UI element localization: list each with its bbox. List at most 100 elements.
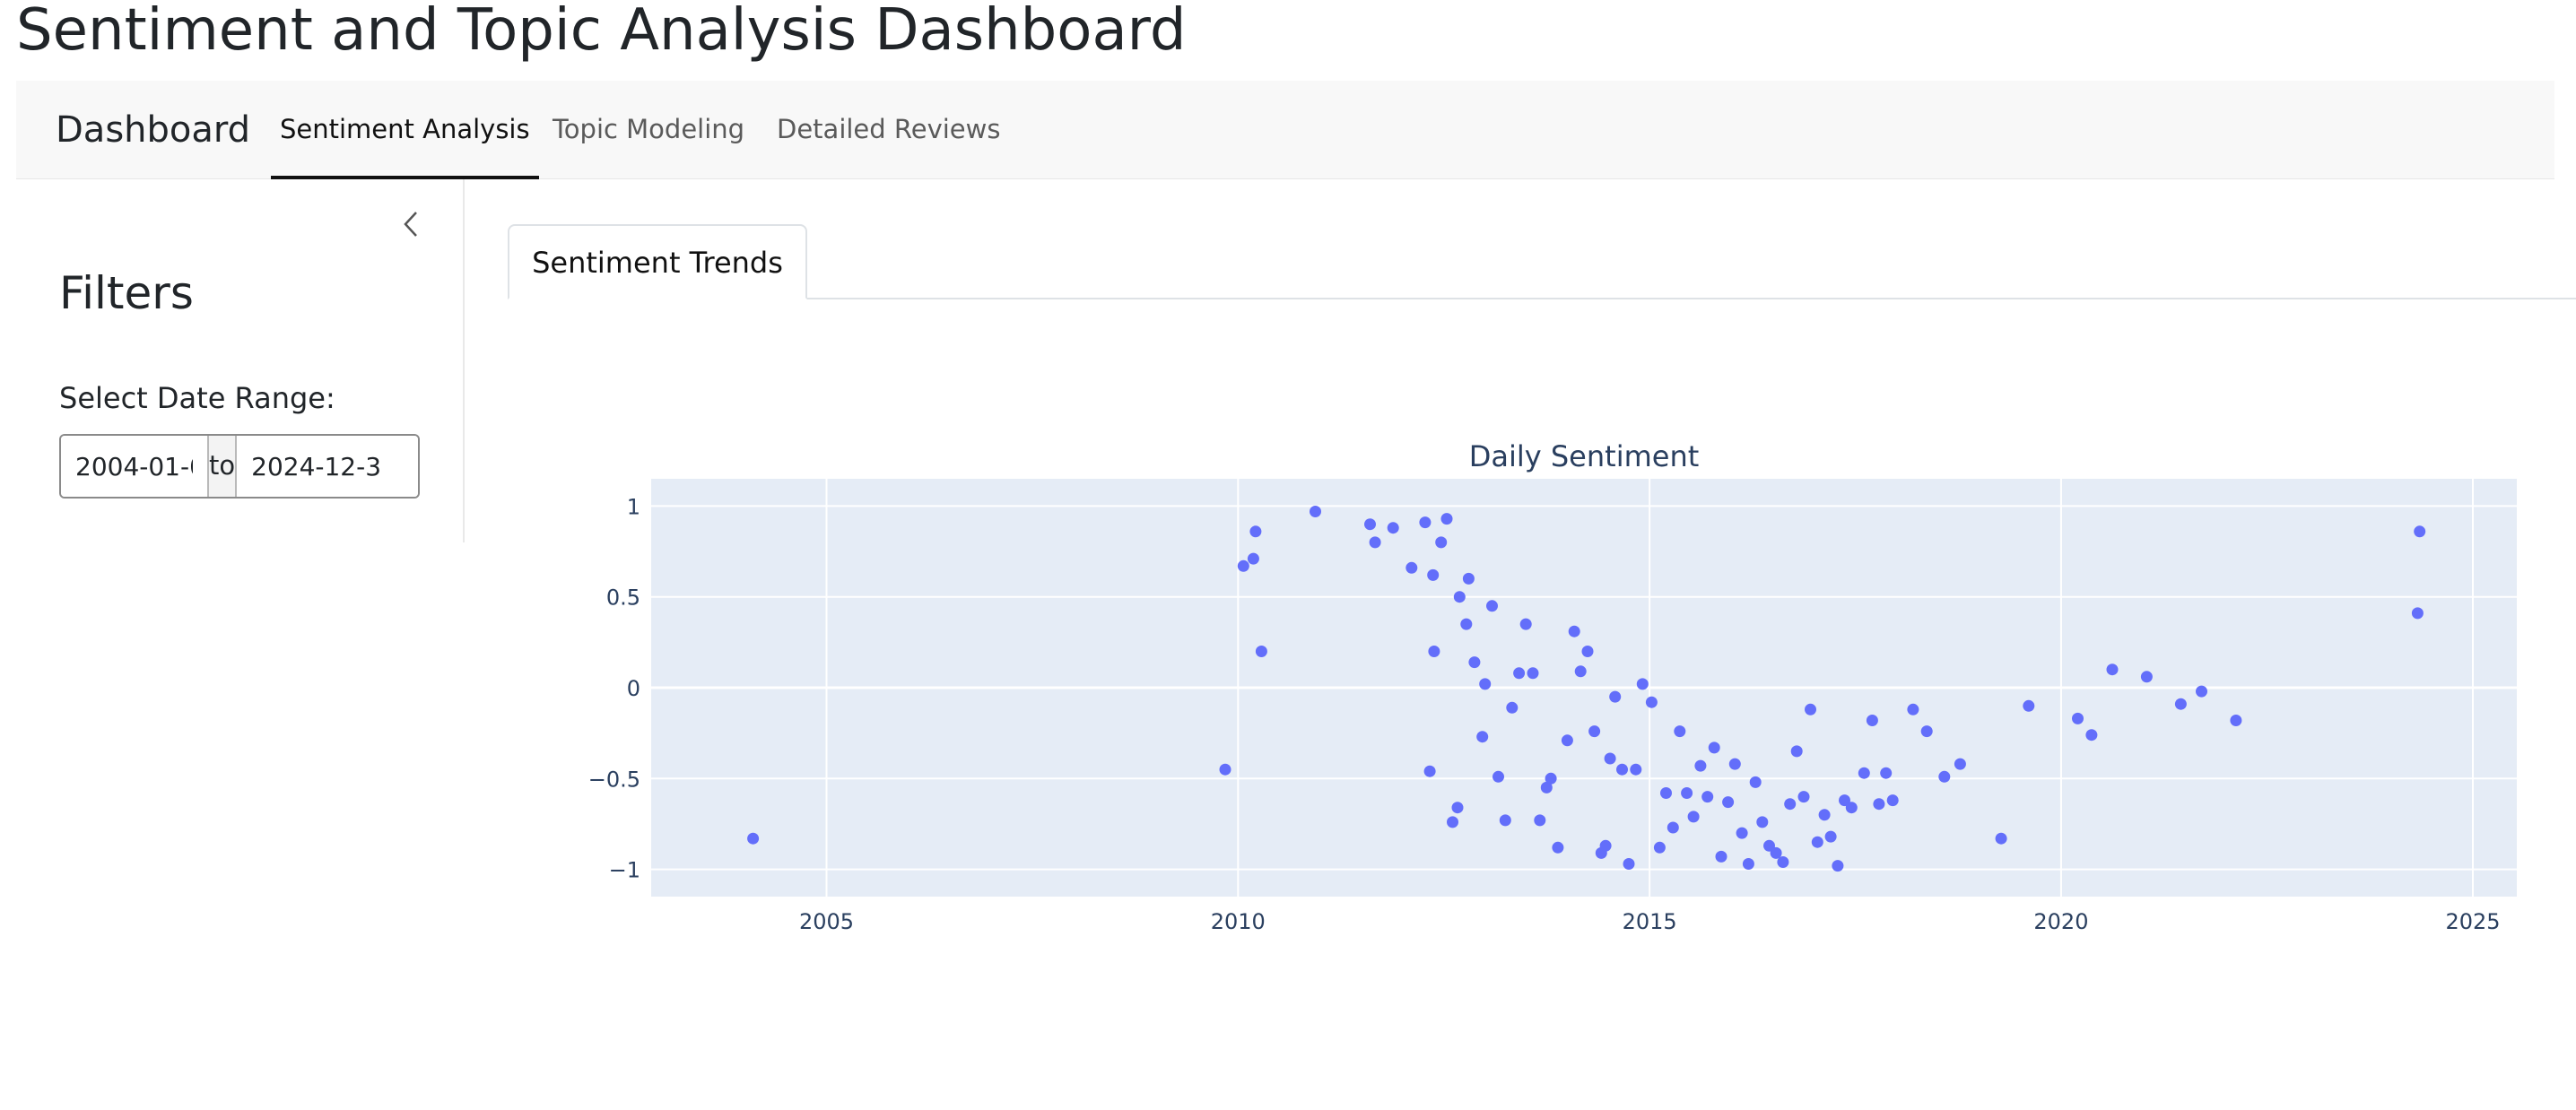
data-point[interactable] [1599, 839, 1612, 852]
data-point[interactable] [1423, 765, 1436, 777]
data-point[interactable] [1995, 832, 2007, 845]
data-point[interactable] [1476, 731, 1489, 743]
data-point[interactable] [1907, 703, 1919, 715]
data-point[interactable] [1858, 767, 1870, 779]
data-point[interactable] [1954, 758, 1966, 770]
data-point[interactable] [1866, 715, 1878, 726]
data-point[interactable] [2140, 671, 2153, 683]
data-point[interactable] [1364, 518, 1376, 531]
data-point[interactable] [1736, 827, 1748, 839]
data-point[interactable] [1832, 860, 1844, 872]
data-point[interactable] [1938, 770, 1951, 783]
data-point[interactable] [1630, 763, 1642, 776]
tab-sentiment-analysis[interactable]: Sentiment Analysis [271, 81, 539, 179]
tab-sentiment-trends[interactable]: Sentiment Trends [508, 224, 807, 299]
data-point[interactable] [1886, 794, 1899, 807]
data-point[interactable] [1568, 625, 1580, 637]
data-point[interactable] [1687, 811, 1700, 823]
data-point[interactable] [1527, 667, 1539, 680]
data-point[interactable] [1387, 522, 1399, 534]
data-point[interactable] [1667, 821, 1679, 834]
data-point[interactable] [2196, 685, 2207, 698]
data-point[interactable] [1880, 767, 1893, 779]
data-point[interactable] [747, 832, 760, 845]
data-point[interactable] [1701, 791, 1714, 803]
data-point[interactable] [1784, 798, 1797, 811]
data-point[interactable] [1824, 830, 1837, 843]
end-date-input[interactable] [237, 436, 418, 497]
data-point[interactable] [1419, 516, 1432, 529]
data-point[interactable] [1249, 525, 1262, 538]
data-point[interactable] [1427, 568, 1440, 581]
data-point[interactable] [1519, 618, 1532, 630]
data-point[interactable] [1728, 758, 1741, 770]
data-point[interactable] [1660, 787, 1672, 799]
data-point[interactable] [1574, 665, 1587, 678]
data-point[interactable] [1545, 772, 1557, 785]
data-point[interactable] [1694, 759, 1707, 772]
data-point[interactable] [1805, 703, 1816, 715]
data-point[interactable] [1499, 814, 1511, 827]
data-point[interactable] [1247, 552, 1259, 565]
data-point[interactable] [1588, 725, 1601, 738]
data-point[interactable] [1708, 741, 1720, 754]
data-point[interactable] [1609, 690, 1622, 703]
data-point[interactable] [1219, 763, 1231, 776]
data-point[interactable] [1756, 816, 1769, 828]
data-point[interactable] [1255, 646, 1267, 657]
data-point[interactable] [1674, 725, 1686, 738]
data-point[interactable] [1636, 678, 1649, 690]
data-point[interactable] [1460, 618, 1473, 630]
data-point[interactable] [1561, 734, 1573, 747]
start-date-input[interactable] [61, 436, 207, 497]
data-point[interactable] [1616, 763, 1628, 776]
data-point[interactable] [1645, 696, 1658, 708]
data-point[interactable] [2072, 712, 2084, 724]
data-point[interactable] [1451, 802, 1464, 814]
data-point[interactable] [1722, 796, 1735, 809]
data-point[interactable] [1435, 536, 1448, 549]
data-point[interactable] [1777, 856, 1789, 868]
data-point[interactable] [1873, 798, 1885, 811]
data-point[interactable] [1681, 787, 1693, 799]
data-point[interactable] [1790, 745, 1803, 758]
data-point[interactable] [1845, 802, 1858, 814]
tab-topic-modeling[interactable]: Topic Modeling [544, 81, 753, 179]
data-point[interactable] [1493, 770, 1504, 783]
data-point[interactable] [1506, 701, 1519, 714]
data-point[interactable] [1552, 841, 1564, 854]
data-point[interactable] [1462, 572, 1475, 585]
data-point[interactable] [1447, 816, 1458, 828]
data-point[interactable] [1310, 506, 1321, 517]
data-point[interactable] [1440, 513, 1453, 525]
sidebar-collapse-button[interactable] [393, 206, 429, 242]
data-point[interactable] [2411, 607, 2424, 620]
data-point[interactable] [1749, 776, 1762, 788]
data-point[interactable] [1920, 725, 1933, 738]
data-point[interactable] [1468, 656, 1481, 669]
data-point[interactable] [1623, 858, 1635, 870]
data-point[interactable] [1428, 646, 1440, 657]
data-point[interactable] [1453, 591, 1466, 603]
data-point[interactable] [1534, 814, 1546, 827]
data-point[interactable] [2023, 699, 2035, 712]
data-point[interactable] [2085, 729, 2098, 741]
data-point[interactable] [1811, 836, 1823, 848]
data-point[interactable] [1237, 559, 1249, 572]
data-point[interactable] [1479, 678, 1492, 690]
data-point[interactable] [1653, 841, 1666, 854]
navbar-brand[interactable]: Dashboard [56, 81, 250, 179]
data-point[interactable] [1513, 667, 1526, 680]
data-point[interactable] [2174, 698, 2187, 710]
data-point[interactable] [1604, 752, 1616, 765]
data-point[interactable] [1715, 850, 1727, 863]
data-point[interactable] [1486, 600, 1498, 612]
data-point[interactable] [1369, 536, 1381, 549]
data-point[interactable] [1742, 858, 1754, 870]
tab-detailed-reviews[interactable]: Detailed Reviews [768, 81, 1009, 179]
data-point[interactable] [1797, 791, 1810, 803]
data-point[interactable] [1581, 646, 1594, 657]
data-point[interactable] [2414, 525, 2426, 538]
data-point[interactable] [1818, 809, 1831, 821]
data-point[interactable] [2230, 715, 2242, 726]
